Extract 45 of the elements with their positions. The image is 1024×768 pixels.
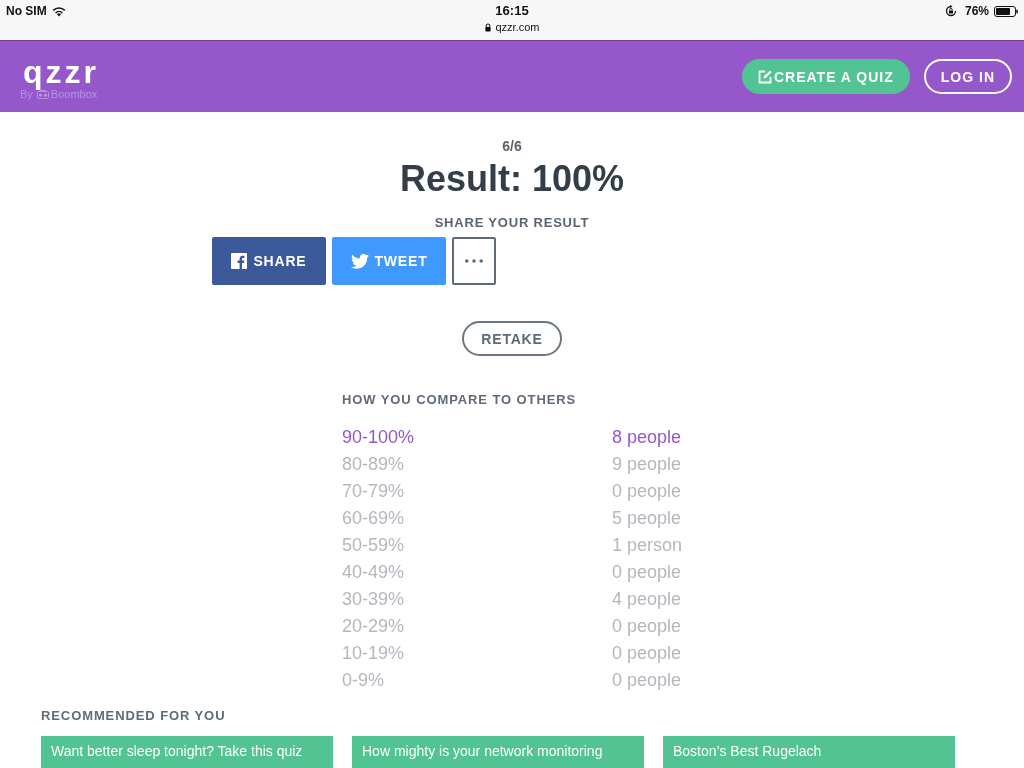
more-options-button[interactable] (452, 237, 496, 285)
people-count: 0 people (612, 480, 683, 503)
score-range: 60-69% (342, 507, 406, 530)
score-range: 80-89% (342, 453, 406, 476)
score-range: 30-39% (342, 588, 406, 611)
lock-icon (484, 22, 492, 32)
wifi-icon (51, 5, 66, 17)
carrier-label: No SIM (6, 4, 47, 18)
rotation-lock-icon (944, 5, 957, 17)
battery-icon (994, 5, 1018, 17)
people-count: 0 people (612, 561, 683, 584)
bird-icon (350, 253, 369, 269)
compare-heading: HOW YOU COMPARE TO OTHERS (342, 392, 578, 408)
result-title: Result: 100% (399, 158, 625, 200)
share-heading: SHARE YOUR RESULT (434, 215, 590, 231)
byline-text: By (20, 88, 33, 101)
score-range: 20-29% (342, 615, 406, 638)
people-count: 4 people (612, 588, 683, 611)
boombox-icon (36, 90, 49, 99)
clock-time: 16:15 (495, 3, 529, 18)
people-count: 0 people (612, 669, 683, 692)
people-count: 0 people (612, 615, 683, 638)
people-count: 9 people (612, 453, 683, 476)
people-count: 1 person (612, 534, 683, 557)
score-range: 0-9% (342, 669, 386, 692)
log-in-button[interactable]: LOG IN (923, 59, 1012, 94)
score-text: 6/6 (502, 137, 522, 156)
score-range: 70-79% (342, 480, 406, 503)
people-count: 8 people (612, 426, 683, 449)
score-range: 10-19% (342, 642, 406, 665)
facebook-share-button[interactable]: SHARE (212, 237, 326, 285)
ellipsis-icon (465, 259, 483, 263)
score-range: 40-49% (342, 561, 406, 584)
recommended-heading: RECOMMENDED FOR YOU (41, 708, 227, 724)
people-count: 5 people (612, 507, 683, 530)
score-range: 90-100% (342, 426, 416, 449)
tweet-button[interactable]: TWEET (332, 237, 446, 285)
facebook-icon (231, 253, 248, 269)
retake-button[interactable]: RETAKE (462, 321, 562, 356)
score-range: 50-59% (342, 534, 406, 557)
battery-percent: 76% (964, 4, 989, 18)
url-address[interactable]: qzzr.com (495, 20, 540, 34)
edit-icon (757, 69, 772, 84)
people-count: 0 people (612, 642, 683, 665)
brand-name: Boombox (50, 88, 98, 101)
